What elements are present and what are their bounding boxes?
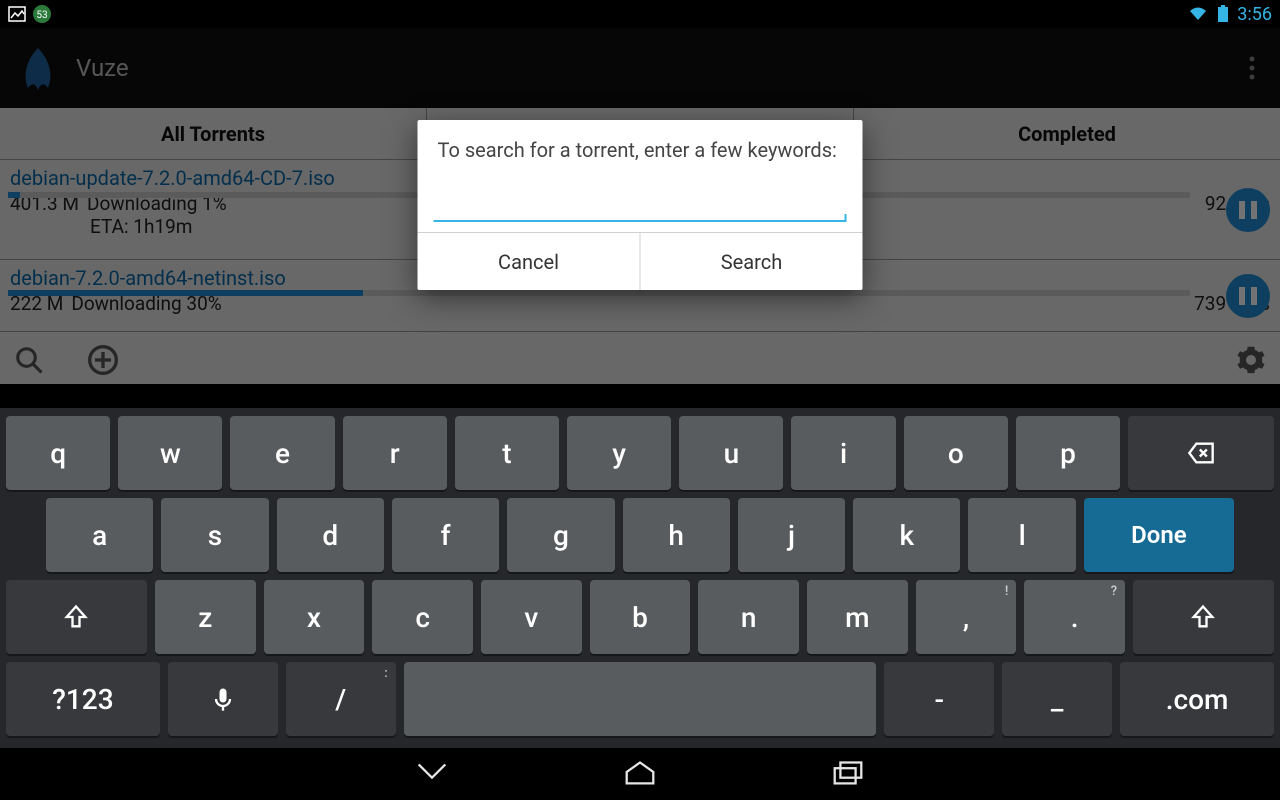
android-status-bar: 53 3:56: [0, 0, 1280, 28]
add-icon[interactable]: [86, 343, 120, 377]
app-action-bar: Vuze: [0, 28, 1280, 108]
key-m[interactable]: m: [807, 580, 908, 654]
key-t[interactable]: t: [455, 416, 559, 490]
status-clock: 3:56: [1237, 4, 1272, 25]
key-o[interactable]: o: [904, 416, 1008, 490]
svg-text:53: 53: [36, 10, 47, 21]
key-a[interactable]: a: [46, 498, 153, 572]
key-backspace[interactable]: [1128, 416, 1274, 490]
pause-icon: [1236, 287, 1260, 305]
picture-icon: [8, 5, 26, 23]
search-input[interactable]: [434, 188, 847, 222]
key-underscore[interactable]: _: [1002, 662, 1112, 736]
pause-button[interactable]: [1226, 274, 1270, 318]
key-q[interactable]: q: [6, 416, 110, 490]
pause-icon: [1236, 201, 1260, 219]
torrent-progress: [8, 290, 1190, 296]
battery-icon: [1217, 5, 1229, 23]
vuze-logo-icon: [14, 44, 62, 92]
key-dash[interactable]: -: [884, 662, 994, 736]
key-e[interactable]: e: [230, 416, 334, 490]
key-n[interactable]: n: [698, 580, 799, 654]
key-g[interactable]: g: [507, 498, 614, 572]
key-shift-right[interactable]: [1133, 580, 1274, 654]
key-d[interactable]: d: [277, 498, 384, 572]
bottom-toolbar: [0, 336, 1280, 384]
key-w[interactable]: w: [118, 416, 222, 490]
key-slash[interactable]: /:: [286, 662, 396, 736]
key-i[interactable]: i: [791, 416, 895, 490]
wifi-icon: [1187, 5, 1209, 23]
key-f[interactable]: f: [392, 498, 499, 572]
key-v[interactable]: v: [481, 580, 582, 654]
key-comma[interactable]: ,!: [916, 580, 1017, 654]
key-s[interactable]: s: [161, 498, 268, 572]
overflow-menu-icon[interactable]: [1238, 44, 1266, 92]
nav-back-icon[interactable]: [413, 757, 451, 791]
key-k[interactable]: k: [853, 498, 960, 572]
nav-recent-icon[interactable]: [829, 757, 867, 791]
soft-keyboard: qwertyuiop asdfghjklDone zxcvbnm,!.? ?12…: [0, 408, 1280, 748]
key-b[interactable]: b: [590, 580, 691, 654]
app-title: Vuze: [76, 54, 1238, 82]
key-u[interactable]: u: [679, 416, 783, 490]
key-x[interactable]: x: [264, 580, 365, 654]
nav-home-icon[interactable]: [621, 757, 659, 791]
key-z[interactable]: z: [155, 580, 256, 654]
key-space[interactable]: [404, 662, 877, 736]
key-r[interactable]: r: [343, 416, 447, 490]
pause-button[interactable]: [1226, 188, 1270, 232]
key-shift-left[interactable]: [6, 580, 147, 654]
key-c[interactable]: c: [372, 580, 473, 654]
android-nav-bar: [0, 748, 1280, 800]
key-dotcom[interactable]: .com: [1120, 662, 1274, 736]
tab-all-torrents[interactable]: All Torrents: [0, 108, 426, 159]
dialog-title: To search for a torrent, enter a few key…: [418, 120, 863, 170]
badge-icon: 53: [32, 4, 52, 24]
search-icon[interactable]: [12, 343, 46, 377]
search-dialog: To search for a torrent, enter a few key…: [418, 120, 863, 290]
key-symbols[interactable]: ?123: [6, 662, 160, 736]
key-l[interactable]: l: [968, 498, 1075, 572]
search-button[interactable]: Search: [641, 233, 863, 290]
cancel-button[interactable]: Cancel: [418, 233, 641, 290]
key-y[interactable]: y: [567, 416, 671, 490]
settings-icon[interactable]: [1234, 343, 1268, 377]
key-mic[interactable]: [168, 662, 278, 736]
key-j[interactable]: j: [738, 498, 845, 572]
key-p[interactable]: p: [1016, 416, 1120, 490]
key-period[interactable]: .?: [1024, 580, 1125, 654]
tab-completed[interactable]: Completed: [854, 108, 1280, 159]
key-h[interactable]: h: [623, 498, 730, 572]
key-done[interactable]: Done: [1084, 498, 1234, 572]
